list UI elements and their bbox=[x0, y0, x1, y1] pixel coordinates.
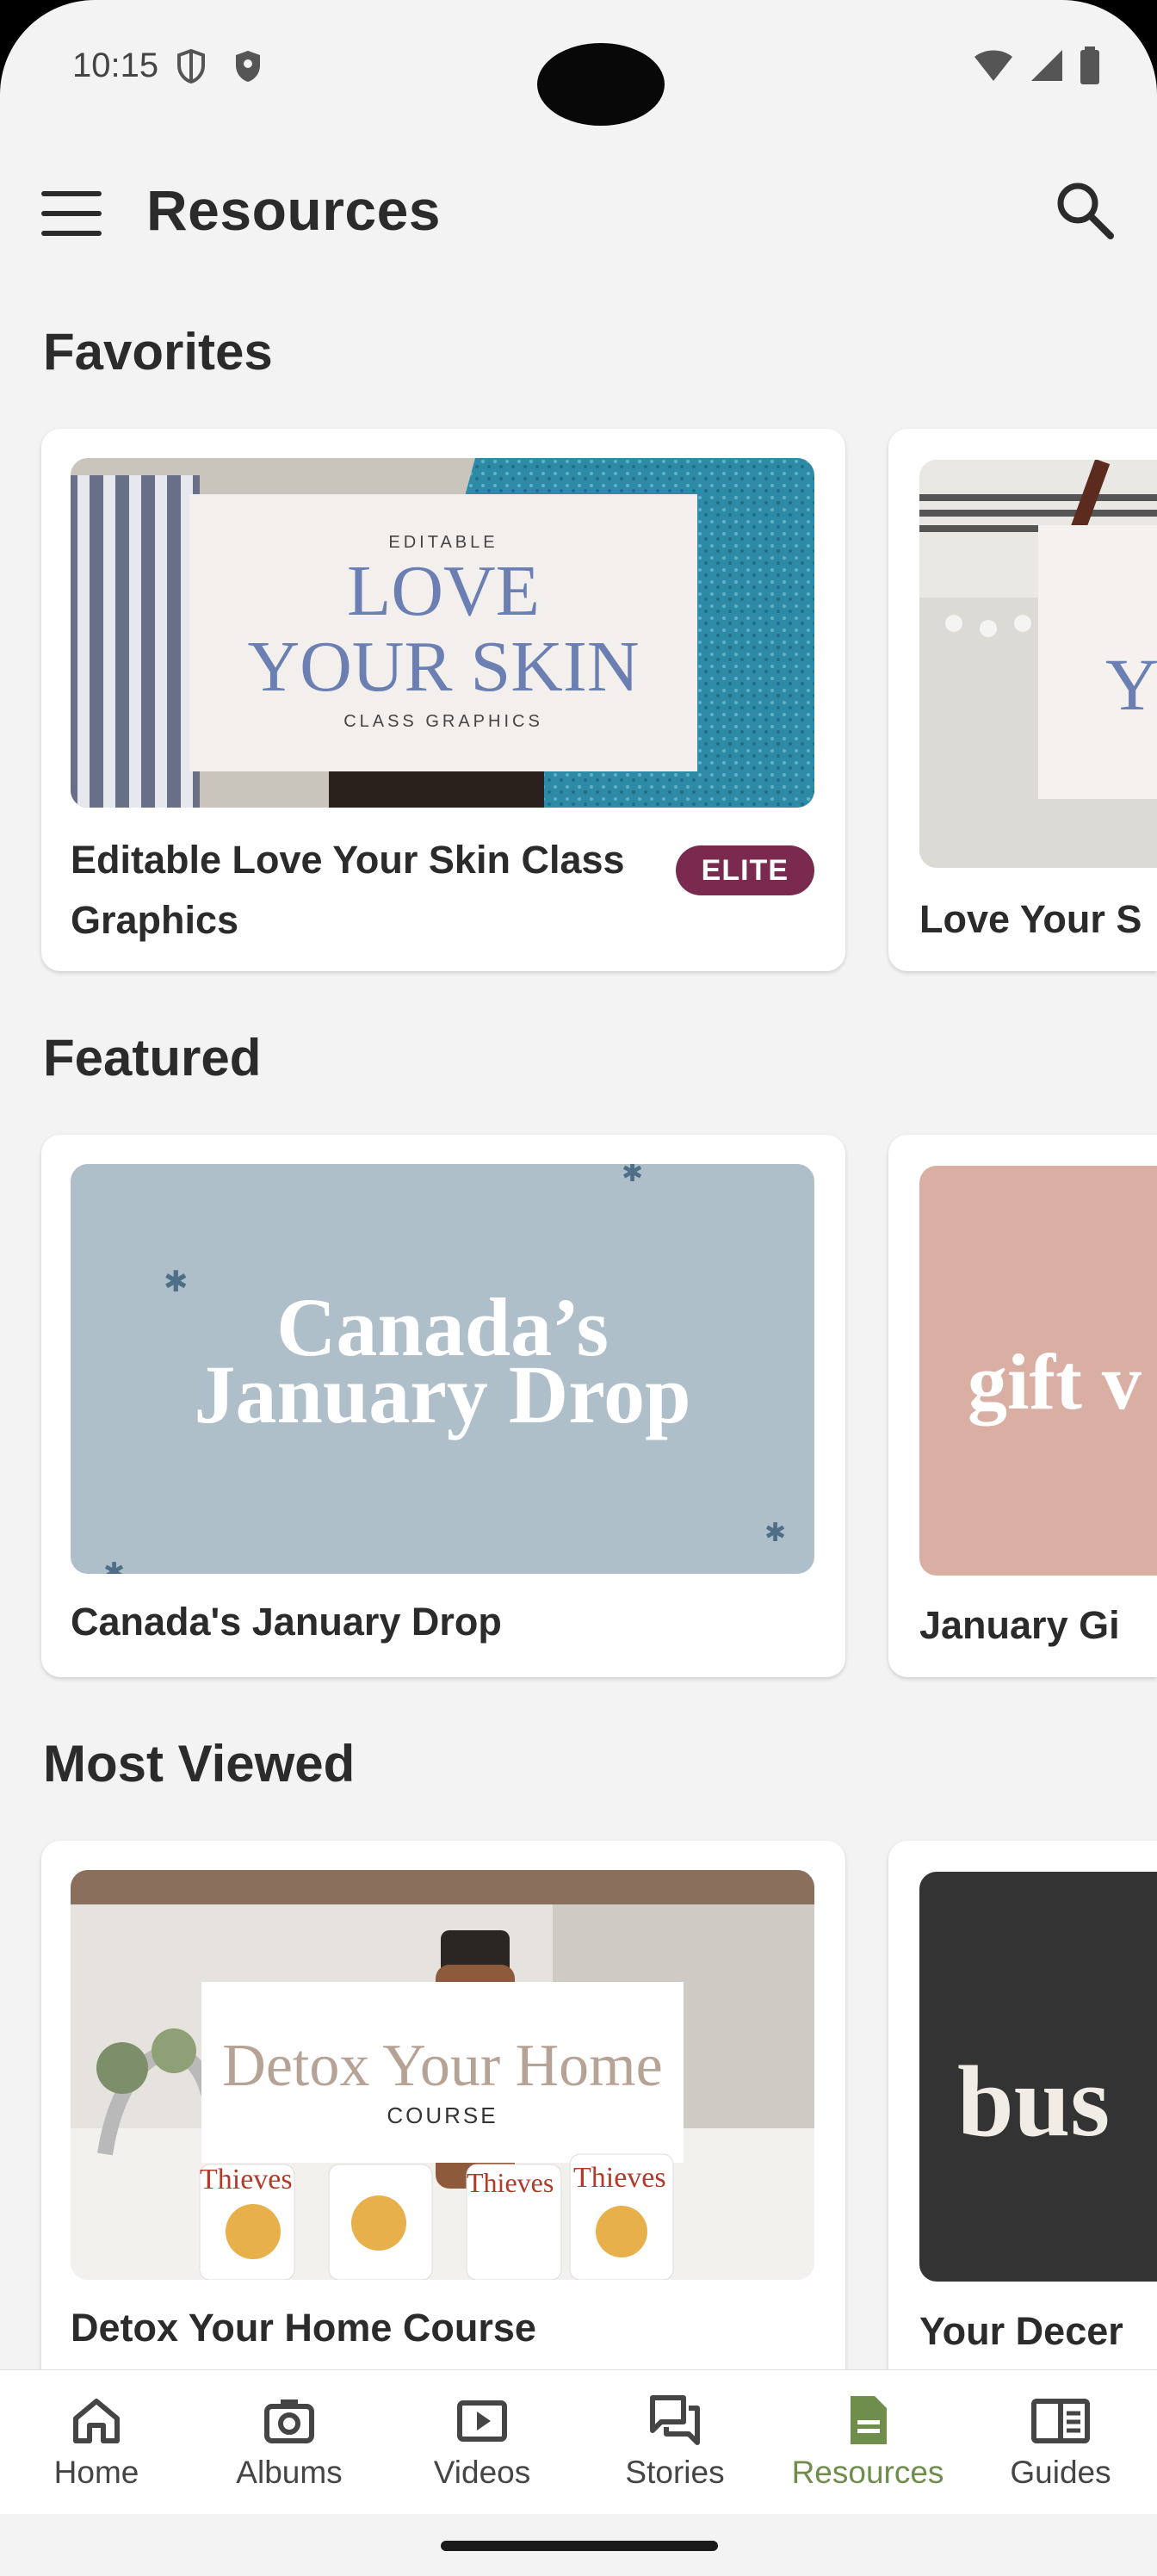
status-time: 10:15 bbox=[72, 46, 159, 84]
resource-card[interactable]: ✱ ✱ ✱ ✱ Canada’s January Drop Canada's J… bbox=[41, 1135, 845, 1677]
sparkle-decoration: ✱ bbox=[622, 1164, 643, 1187]
section-title-favorites: Favorites bbox=[43, 323, 273, 381]
card-title: Your Decer bbox=[919, 2309, 1123, 2353]
camera-cutout bbox=[537, 43, 665, 126]
resource-card[interactable]: Detox Your Home COURSE Thieves Thieves T… bbox=[41, 1841, 845, 2443]
card-image-text-bottom: CLASS GRAPHICS bbox=[343, 712, 543, 731]
play-icon bbox=[457, 2400, 507, 2442]
page-title: Resources bbox=[146, 178, 442, 242]
search-icon[interactable] bbox=[1050, 176, 1119, 245]
bottle-label: Thieves bbox=[573, 2162, 666, 2194]
card-image-text-main-2: YOUR SKIN bbox=[247, 627, 639, 707]
card-image: EDITABLE LOVE YOUR SKIN CLASS GRAPHICS bbox=[71, 458, 814, 808]
document-icon bbox=[851, 2396, 887, 2444]
battery-icon bbox=[1080, 46, 1099, 84]
card-title: Editable Love Your Skin Class Graphics bbox=[71, 838, 625, 942]
resource-card[interactable]: EDITABLE LOVE YOUR SKIN CLASS GRAPHICS E… bbox=[41, 429, 845, 971]
sparkle-decoration: ✱ bbox=[764, 1519, 786, 1547]
nav-guides[interactable]: Guides bbox=[964, 2370, 1157, 2515]
chat-icon bbox=[650, 2395, 700, 2445]
card-image-text-main-1: LOVE bbox=[347, 551, 540, 631]
nav-label: Albums bbox=[236, 2455, 343, 2490]
card-image-text-top: EDITABLE bbox=[388, 533, 498, 552]
nav-albums[interactable]: Albums bbox=[193, 2370, 386, 2515]
sparkle-decoration: ✱ bbox=[103, 1558, 125, 1574]
card-image-text-fragment: bus bbox=[957, 2045, 1110, 2158]
card-title: January Gi bbox=[919, 1603, 1120, 1647]
nav-label: Guides bbox=[1010, 2455, 1111, 2490]
nav-label: Videos bbox=[433, 2455, 531, 2490]
resource-card[interactable]: bus Your Decer bbox=[888, 1841, 1157, 2443]
section-title-featured: Featured bbox=[43, 1029, 262, 1087]
card-image: Detox Your Home COURSE Thieves Thieves T… bbox=[71, 1870, 814, 2280]
cell-signal-icon bbox=[1031, 50, 1062, 81]
card-title: Love Your S bbox=[919, 897, 1142, 941]
card-image-text-fragment: gift v bbox=[968, 1338, 1142, 1426]
home-icon bbox=[73, 2399, 120, 2443]
menu-icon[interactable] bbox=[41, 191, 103, 238]
bottle-label: Thieves bbox=[467, 2167, 554, 2198]
card-title: Detox Your Home Course bbox=[71, 2306, 536, 2350]
app-screen: 10:15 Resources Favorites EDITABLE LOVE … bbox=[0, 0, 1157, 2576]
status-icons bbox=[973, 46, 1100, 84]
shield-filled-icon bbox=[236, 51, 260, 82]
nav-label: Stories bbox=[625, 2455, 725, 2490]
card-image-text-main: Detox Your Home bbox=[222, 2033, 662, 2099]
nav-home[interactable]: Home bbox=[0, 2370, 193, 2515]
section-title-most-viewed: Most Viewed bbox=[43, 1735, 356, 1793]
resource-card[interactable]: Y Love Your S bbox=[888, 429, 1157, 971]
bottom-navigation: Home Albums Videos Stories Resources Gui… bbox=[0, 2369, 1157, 2515]
nav-resources[interactable]: Resources bbox=[771, 2370, 964, 2515]
gesture-handle[interactable] bbox=[441, 2541, 718, 2551]
card-title: Canada's January Drop bbox=[71, 1600, 502, 1644]
card-image: bus bbox=[919, 1872, 1157, 2282]
nav-videos[interactable]: Videos bbox=[386, 2370, 578, 2515]
card-image-text-sub: COURSE bbox=[387, 2102, 498, 2128]
card-image: gift v bbox=[919, 1166, 1157, 1576]
card-image-text-fragment: Y bbox=[1105, 643, 1157, 726]
shield-outline-icon bbox=[177, 48, 205, 84]
bottle-label: Thieves bbox=[200, 2164, 293, 2195]
nav-label: Home bbox=[53, 2455, 139, 2490]
card-image: ✱ ✱ ✱ ✱ Canada’s January Drop bbox=[71, 1164, 814, 1574]
resource-card[interactable]: gift v January Gi bbox=[888, 1135, 1157, 1677]
elite-badge: ELITE bbox=[675, 845, 814, 895]
nav-stories[interactable]: Stories bbox=[578, 2370, 771, 2515]
camera-icon bbox=[264, 2400, 314, 2443]
sparkle-decoration: ✱ bbox=[164, 1266, 189, 1298]
card-image-text-line2: January Drop bbox=[195, 1348, 691, 1440]
nav-label: Resources bbox=[791, 2455, 944, 2490]
card-image: Y bbox=[919, 460, 1157, 868]
wifi-icon bbox=[974, 50, 1012, 81]
book-icon bbox=[1031, 2399, 1090, 2443]
